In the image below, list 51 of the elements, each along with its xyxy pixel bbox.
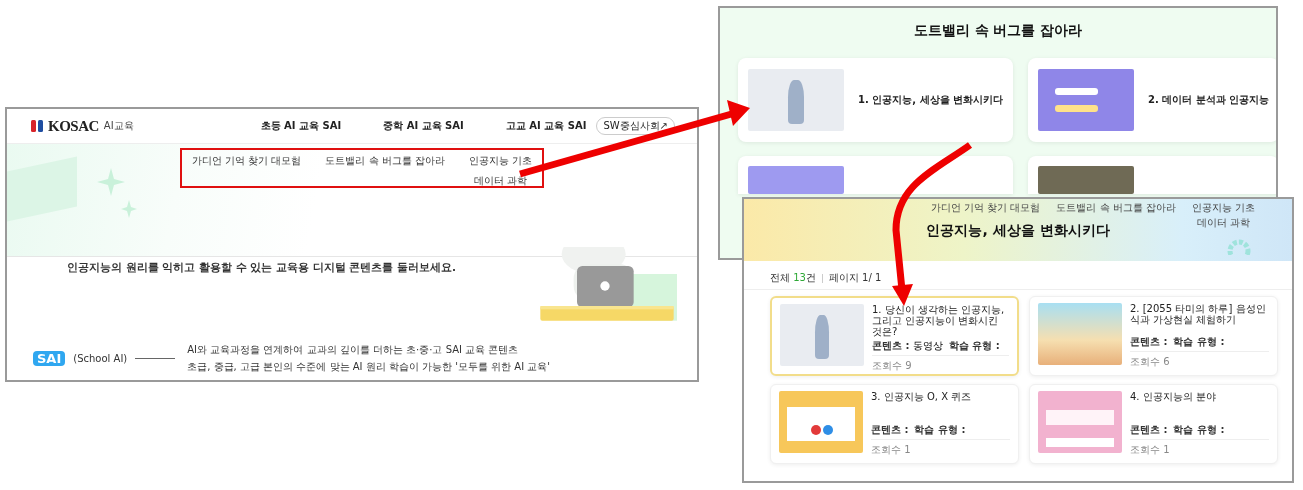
- menu-item[interactable]: 가디언 기억 찾기 대모험: [930, 201, 1041, 215]
- card-title: 2. 데이터 분석과 인공지능: [1148, 93, 1270, 107]
- external-link-button[interactable]: SW중심사회↗: [596, 117, 675, 135]
- view-count: 조회수 1: [1130, 443, 1171, 457]
- total-count: 전체 13건: [770, 271, 816, 285]
- content-card[interactable]: 1. 당신이 생각하는 인공지능, 그리고 인공지능이 변화시킨 것은? 콘텐츠 : 동영상 학습 유형 : 조회수 9: [770, 296, 1019, 376]
- dropdown-item[interactable]: 가디언 기억 찾기 대모험: [191, 154, 302, 168]
- content-type: 콘텐츠 :: [1130, 423, 1168, 437]
- page-title: 인공지능, 세상을 변화시키다: [926, 222, 1110, 240]
- logo-subtitle: AI교육: [103, 119, 134, 133]
- page-indicator: 페이지 1/ 1: [828, 271, 882, 285]
- view-count: 조회수 1: [871, 443, 912, 457]
- logo-icon: [31, 120, 43, 132]
- content-type: 콘텐츠 : 동영상: [872, 339, 943, 353]
- learning-type-label: 학습 유형 :: [1173, 335, 1225, 349]
- dropdown-item[interactable]: 인공지능 기초: [468, 154, 533, 168]
- content-card[interactable]: 2. [2055 타미의 하루] 음성인식과 가상현실 체험하기 콘텐츠 : 학습 유형 : 조회수 6: [1029, 296, 1278, 376]
- learning-type-label: 학습 유형 :: [948, 339, 1000, 353]
- course-card[interactable]: 2. 데이터 분석과 인공지능: [1028, 58, 1276, 142]
- card-title: 1. 당신이 생각하는 인공지능, 그리고 인공지능이 변화시킨 것은?: [872, 304, 1006, 337]
- nav-link[interactable]: 고교 AI 교육 SAI: [505, 119, 587, 133]
- page-title: 도트밸리 속 버그를 잡아라: [912, 22, 1084, 40]
- sai-logo: SAI: [33, 351, 66, 366]
- course-card[interactable]: [738, 156, 1013, 194]
- nav-link[interactable]: 초등 AI 교육 SAI: [260, 119, 342, 133]
- card-title: 1. 인공지능, 세상을 변화시키다: [858, 93, 1003, 107]
- card-title: 2. [2055 타미의 하루] 음성인식과 가상현실 체험하기: [1130, 303, 1267, 325]
- learning-type-label: 학습 유형 :: [1173, 423, 1225, 437]
- content-card[interactable]: 4. 인공지능의 분야 콘텐츠 : 학습 유형 : 조회수 1: [1029, 384, 1278, 464]
- menu-item[interactable]: 인공지능 기초: [1191, 201, 1256, 215]
- course-card[interactable]: 1. 인공지능, 세상을 변화시키다: [738, 58, 1013, 142]
- course-card[interactable]: [1028, 156, 1276, 194]
- description-text: 초급, 중급, 고급 본인의 수준에 맞는 AI 원리 학습이 가능한 '모두를 위한 AI 교육': [187, 360, 550, 374]
- menu-item[interactable]: 도트밸리 속 버그를 잡아라: [1056, 201, 1176, 215]
- view-count: 조회수 9: [872, 359, 913, 373]
- content-card[interactable]: 3. 인공지능 O, X 퀴즈 콘텐츠 : 학습 유형 : 조회수 1: [770, 384, 1019, 464]
- view-count: 조회수 6: [1130, 355, 1171, 369]
- sparkle-icon: [97, 168, 137, 218]
- learning-type-label: 학습 유형 :: [914, 423, 966, 437]
- content-type: 콘텐츠 :: [1130, 335, 1168, 349]
- menu-item[interactable]: 데이터 과학: [1196, 216, 1251, 230]
- description-text: AI와 교육과정을 연계하여 교과의 깊이를 더하는 초·중·고 SAI 교육 콘텐츠: [187, 343, 520, 357]
- nav-link[interactable]: 중학 AI 교육 SAI: [383, 119, 464, 133]
- logo-text: KOSAC: [48, 117, 99, 135]
- dropdown-item[interactable]: 도트밸리 속 버그를 잡아라: [325, 154, 445, 168]
- content-type: 콘텐츠 :: [871, 423, 909, 437]
- hero-text: 인공지능의 원리를 익히고 활용할 수 있는 교육용 디지털 콘텐츠를 둘러보세요.: [67, 261, 457, 275]
- sai-subtitle: (School AI): [73, 353, 128, 364]
- card-title: 3. 인공지능 O, X 퀴즈: [871, 391, 973, 402]
- card-title: 4. 인공지능의 분야: [1130, 391, 1217, 402]
- dropdown-item[interactable]: 데이터 과학: [473, 174, 528, 188]
